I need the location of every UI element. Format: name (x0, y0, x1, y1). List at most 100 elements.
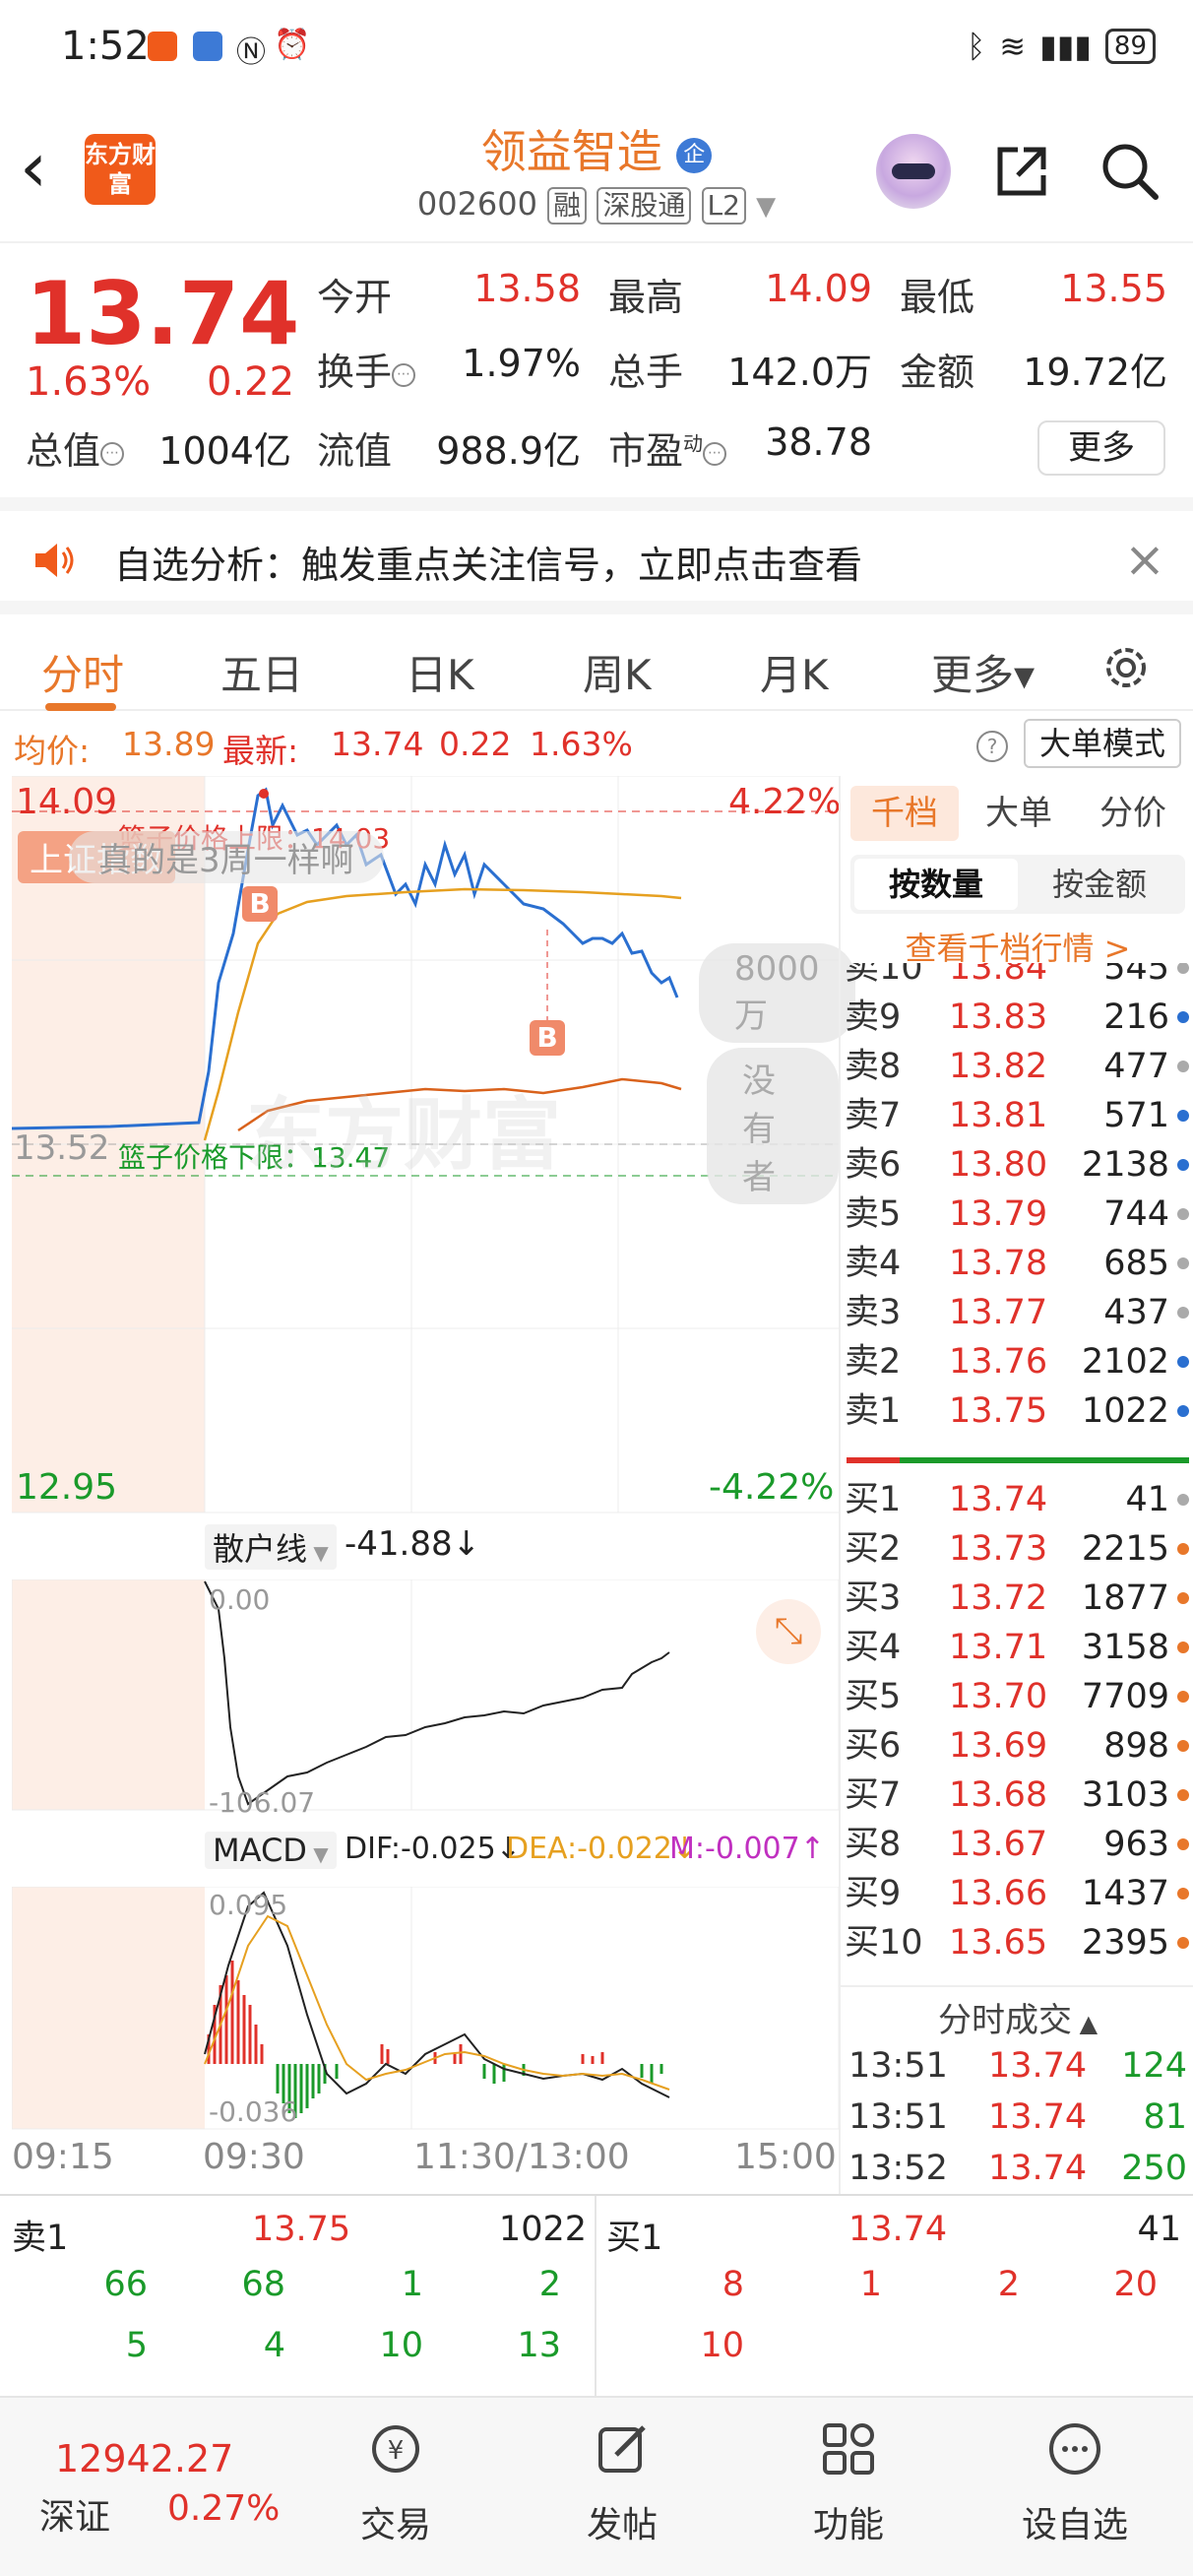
sells-row[interactable]: 卖1 13.75 1022 (841, 1386, 1193, 1436)
comment-bubble[interactable]: 没有者 (707, 1048, 839, 1204)
assistant-avatar-icon[interactable] (876, 134, 951, 209)
buys-row[interactable]: 买1 13.74 41 (841, 1475, 1193, 1524)
buys-row[interactable]: 买7 13.68 3103 (841, 1771, 1193, 1820)
tab-price-dist[interactable]: 分价 (1079, 786, 1187, 841)
buys-row[interactable]: 买3 13.72 1877 (841, 1574, 1193, 1623)
order-dot-icon (1177, 963, 1189, 974)
tab-big-order[interactable]: 大单 (965, 786, 1073, 841)
sells-row[interactable]: 卖2 13.76 2102 (841, 1337, 1193, 1386)
depth-bar-buy (900, 1457, 1189, 1463)
close-icon[interactable]: × (1124, 531, 1165, 588)
index-value[interactable]: 12942.27 (55, 2437, 233, 2480)
tab-monthly-k[interactable]: 月K (760, 642, 829, 702)
trade-row[interactable]: 13:52 13.74 250 (841, 2143, 1193, 2194)
macd-top-value: 0.095 (209, 1889, 288, 1921)
share-icon[interactable] (992, 142, 1051, 201)
trades-title[interactable]: 分时成交 ▲ (841, 1993, 1193, 2041)
comment-bubble[interactable]: 真的是3周一样啊 (69, 831, 384, 883)
notice-bar[interactable]: 自选分析：触发重点关注信号，立即点击查看 × (0, 497, 1193, 601)
order-dot-icon (1177, 1838, 1189, 1850)
by-amount-button[interactable]: 按金额 (1018, 859, 1181, 910)
buys-row[interactable]: 买6 13.69 898 (841, 1721, 1193, 1771)
tab-five-day[interactable]: 五日 (220, 642, 303, 702)
watermark: 东方财富 (246, 1089, 561, 1181)
buys-row[interactable]: 买8 13.67 963 (841, 1820, 1193, 1869)
amount-toggle: 按数量 按金额 (850, 855, 1185, 914)
by-quantity-button[interactable]: 按数量 (854, 859, 1018, 910)
status-time: 1:52 (61, 24, 150, 69)
search-icon[interactable] (1099, 140, 1162, 203)
macd-selector[interactable]: MACD ▼ (205, 1832, 337, 1869)
buy-marker[interactable]: B (530, 1020, 565, 1056)
prev-close-label: 13.52 (14, 1128, 110, 1168)
sells-row[interactable]: 卖3 13.77 437 (841, 1288, 1193, 1337)
tab-weekly-k[interactable]: 周K (583, 642, 652, 702)
order-dot-icon (1177, 1257, 1189, 1269)
retail-line-chart[interactable] (12, 1579, 839, 1812)
gear-icon[interactable] (1099, 640, 1154, 695)
index-name[interactable]: 深证 (39, 2488, 110, 2540)
info-icon[interactable]: ⋯ (100, 441, 125, 466)
comment-bubble[interactable]: 8000万 (699, 943, 855, 1043)
stock-code: 002600 (416, 185, 537, 223)
retail-line-selector[interactable]: 散户线 ▼ (205, 1524, 337, 1570)
nav-post[interactable]: 发帖 (543, 2417, 701, 2547)
tab-daily-k[interactable]: 日K (406, 642, 474, 702)
amount-value: 19.72亿 (1023, 351, 1167, 394)
sells-row[interactable]: 卖10 13.84 545 (841, 963, 1193, 993)
amount-label: 金额 (900, 351, 975, 394)
speaker-icon (35, 544, 74, 577)
sells-row[interactable]: 卖5 13.79 744 (841, 1190, 1193, 1239)
info-icon[interactable]: ⋯ (703, 441, 727, 466)
buy-list: 买1 13.74 41 买2 13.73 2215 买3 13.72 1877 买4 13.71 31… (841, 1475, 1193, 1977)
order-dot-icon (1177, 1011, 1189, 1023)
queue-volume: 8 (722, 2265, 744, 2304)
order-dot-icon (1177, 1789, 1189, 1801)
buys-row[interactable]: 买10 13.65 2395 (841, 1918, 1193, 1967)
tab-intraday[interactable]: 分时 (41, 642, 124, 702)
sells-row[interactable]: 卖4 13.78 685 (841, 1239, 1193, 1288)
buys-row[interactable]: 买5 13.70 7709 (841, 1672, 1193, 1721)
sells-row[interactable]: 卖6 13.80 2138 (841, 1140, 1193, 1190)
buys-row[interactable]: 买2 13.73 2215 (841, 1524, 1193, 1574)
trade-vol: 81 (1143, 2097, 1187, 2137)
avg-label: 均价: (14, 732, 91, 770)
sells-row[interactable]: 卖8 13.82 477 (841, 1042, 1193, 1091)
trade-row[interactable]: 13:51 13.74 124 (841, 2040, 1193, 2092)
buy1-price: 13.74 (848, 2210, 948, 2249)
macd-chart[interactable] (12, 1887, 839, 2131)
queue-volume: 1 (859, 2265, 882, 2304)
divider (841, 1985, 1193, 1987)
nav-add-watchlist[interactable]: 设自选 (996, 2417, 1154, 2547)
sells-row[interactable]: 卖7 13.81 571 (841, 1091, 1193, 1140)
sell1-price: 13.75 (252, 2210, 351, 2249)
queue-volume: 13 (517, 2326, 561, 2365)
trade-price: 13.74 (988, 2097, 1088, 2137)
sells-level-label: 卖10 (845, 963, 923, 988)
tab-depth[interactable]: 千档 (850, 786, 959, 841)
tag-margin: 融 (547, 187, 588, 225)
sell-list: 卖10 13.84 545 卖9 13.83 216 卖8 13.82 477 卖7 13.81 57… (841, 963, 1193, 1465)
info-icon[interactable]: ⋯ (392, 362, 416, 387)
help-icon[interactable]: ? (976, 731, 1008, 762)
trade-row[interactable]: 13:51 13.74 81 (841, 2092, 1193, 2143)
notice-text[interactable]: 自选分析：触发重点关注信号，立即点击查看 (114, 535, 862, 589)
buys-row[interactable]: 买4 13.71 3158 (841, 1623, 1193, 1672)
wifi-icon: ≋ (999, 28, 1027, 65)
queue-volume: 1 (401, 2265, 423, 2304)
latest-percent: 1.63% (530, 725, 633, 763)
sells-row[interactable]: 卖9 13.83 216 (841, 993, 1193, 1042)
buys-volume: 7709 (1081, 1677, 1169, 1716)
turnover-label: 换手 ⋯ (317, 342, 416, 396)
tab-more[interactable]: 更多▾ (931, 642, 1035, 702)
buys-row[interactable]: 买9 13.66 1437 (841, 1869, 1193, 1918)
order-dot-icon (1177, 1642, 1189, 1653)
nav-functions[interactable]: 功能 (770, 2417, 927, 2547)
big-order-mode-button[interactable]: 大单模式 (1024, 719, 1181, 768)
buys-price: 13.71 (949, 1628, 1048, 1667)
expand-icon[interactable]: ⤡ (756, 1599, 821, 1664)
more-button[interactable]: 更多 (1037, 420, 1165, 476)
nav-trade[interactable]: ¥ 交易 (317, 2417, 474, 2547)
buy-marker[interactable]: B (242, 886, 278, 922)
macd-dea: DEA:-0.022↓ (506, 1832, 698, 1866)
